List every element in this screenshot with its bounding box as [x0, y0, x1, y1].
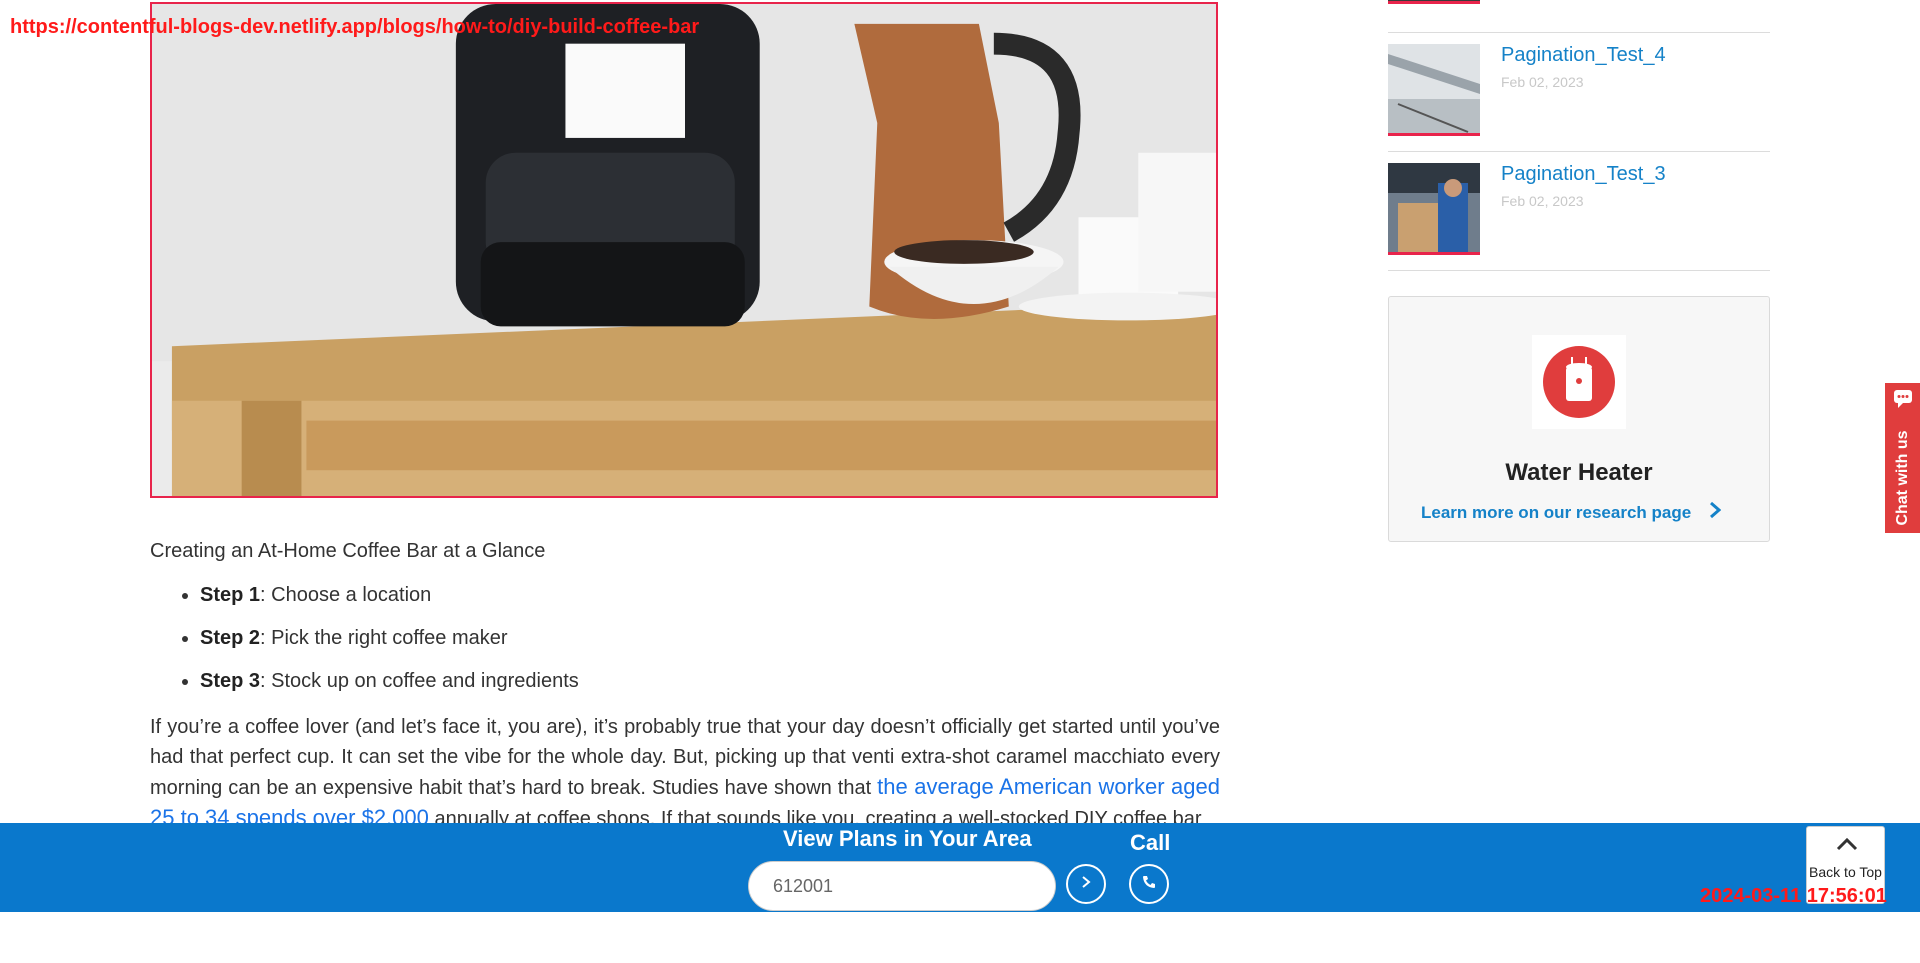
post-thumbnail[interactable]	[1388, 163, 1480, 255]
debug-url-overlay: https://contentful-blogs-dev.netlify.app…	[10, 16, 700, 38]
list-item: Step 2: Pick the right coffee maker	[200, 626, 1220, 650]
step-text: : Choose a location	[260, 584, 432, 606]
step-label: Step 3	[200, 670, 261, 692]
plans-bar: View Plans in Your Area Call	[0, 823, 1920, 912]
phone-icon	[1141, 874, 1157, 895]
chevron-right-icon	[1709, 501, 1722, 524]
step-label: Step 2	[200, 627, 261, 649]
research-link-label[interactable]: Learn more on our research page	[1421, 503, 1691, 523]
debug-timestamp: 2024-03-11 17:56:01	[1700, 885, 1887, 907]
intro-paragraph: If you’re a coffee lover (and let’s face…	[150, 712, 1220, 834]
post-date: Feb 02, 2023	[1501, 74, 1584, 90]
card-title: Water Heater	[1505, 459, 1653, 486]
chat-tab[interactable]: Chat with us	[1885, 383, 1920, 533]
step-text: : Pick the right coffee maker	[260, 627, 508, 649]
post-thumbnail[interactable]	[1388, 0, 1480, 4]
chat-bubble-icon	[1893, 389, 1913, 414]
step-label: Step 1	[200, 584, 261, 606]
plans-bar-title: View Plans in Your Area	[783, 826, 1032, 851]
steps-list: Step 1: Choose a location Step 2: Pick t…	[150, 583, 1220, 693]
research-card: Water Heater Learn more on our research …	[1388, 296, 1770, 542]
list-item: Step 3: Stock up on coffee and ingredien…	[200, 669, 1220, 693]
chat-label[interactable]: Chat with us	[1894, 430, 1912, 525]
chevron-up-icon	[1836, 837, 1858, 854]
call-button[interactable]	[1129, 864, 1169, 904]
glance-heading: Creating an At-Home Coffee Bar at a Glan…	[150, 540, 546, 562]
water-heater-icon	[1532, 335, 1626, 429]
chevron-right-icon	[1081, 875, 1091, 894]
hero-image	[150, 2, 1218, 498]
sidebar-post[interactable]: Pagination_Test_4 Feb 02, 2023	[1388, 32, 1770, 152]
call-label: Call	[1130, 830, 1171, 855]
post-title-link[interactable]: Pagination_Test_4	[1501, 44, 1666, 67]
zip-input[interactable]	[748, 861, 1056, 911]
step-text: : Stock up on coffee and ingredients	[260, 670, 579, 692]
post-date: Feb 02, 2023	[1501, 193, 1584, 209]
back-to-top-label[interactable]: Back to Top	[1807, 863, 1884, 881]
article-body: Creating an At-Home Coffee Bar at a Glan…	[150, 540, 1220, 834]
post-title-link[interactable]: Pagination_Test_3	[1501, 163, 1666, 186]
research-link[interactable]: Learn more on our research page	[1421, 501, 1722, 524]
submit-zip-button[interactable]	[1066, 864, 1106, 904]
sidebar-post[interactable]: Pagination_Test_3 Feb 02, 2023	[1388, 151, 1770, 271]
list-item: Step 1: Choose a location	[200, 583, 1220, 607]
post-thumbnail[interactable]	[1388, 44, 1480, 136]
list-item[interactable]	[1388, 0, 1770, 33]
